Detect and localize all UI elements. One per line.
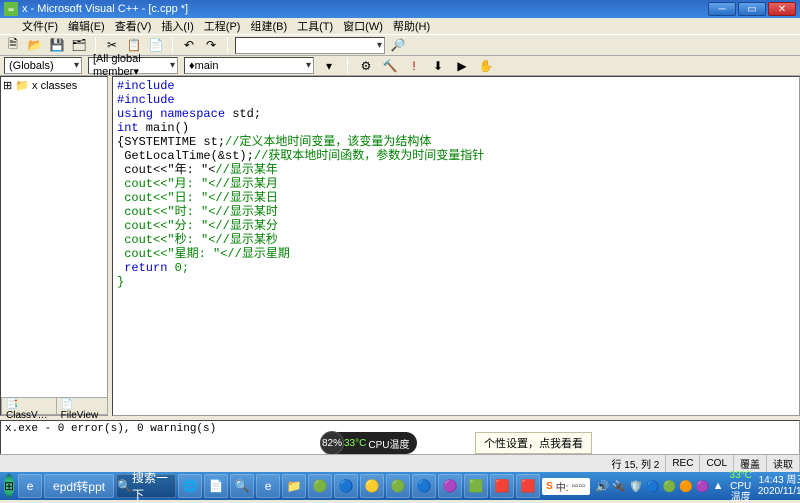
copy-icon[interactable]: 📋 (125, 36, 143, 54)
window-title: x - Microsoft Visual C++ - [c.cpp *] (22, 3, 188, 15)
taskbar-app[interactable]: 🔵 (412, 474, 436, 498)
new-file-icon[interactable]: 🗎 (4, 36, 22, 54)
menu-file[interactable]: 文件(F) (22, 18, 58, 34)
close-button[interactable]: ✕ (768, 2, 796, 16)
paste-icon[interactable]: 📄 (147, 36, 165, 54)
taskbar-app[interactable]: 🔵 (334, 474, 358, 498)
breakpoint-icon[interactable]: ✋ (477, 57, 495, 75)
tooltip[interactable]: 个性设置，点我看看 (475, 432, 592, 454)
menu-project[interactable]: 工程(P) (204, 18, 241, 34)
members-combo[interactable]: [All global member▾ (88, 57, 178, 74)
tab-fileview[interactable]: 📄 FileView (56, 397, 108, 415)
start-button[interactable]: ⊞ (4, 474, 14, 498)
taskbar-app[interactable]: 🔍 (230, 474, 254, 498)
tray-icon[interactable]: 🟣 (696, 480, 710, 493)
tray-icon[interactable]: ▲ (713, 480, 724, 493)
compile-icon[interactable]: ⚙ (357, 57, 375, 75)
title-bar: ∞ x - Microsoft Visual C++ - [c.cpp *] ─… (0, 0, 800, 18)
menu-edit[interactable]: 编辑(E) (68, 18, 105, 34)
find-icon[interactable]: 🔎 (389, 36, 407, 54)
find-combo[interactable] (235, 37, 385, 54)
tray-icon[interactable]: 🟢 (663, 480, 677, 493)
save-icon[interactable]: 💾 (48, 36, 66, 54)
maximize-button[interactable]: ▭ (738, 2, 766, 16)
taskbar-ie[interactable]: e (18, 474, 42, 498)
minimize-button[interactable]: ─ (708, 2, 736, 16)
tray-icon[interactable]: 🛡️ (629, 480, 643, 493)
function-combo[interactable]: ♦ main (184, 57, 314, 74)
taskbar-app[interactable]: 🟢 (386, 474, 410, 498)
taskbar-browser-tab[interactable]: e pdf转ppt (44, 474, 114, 498)
tray-icon[interactable]: 🟠 (679, 480, 693, 493)
taskbar-app[interactable]: 📁 (282, 474, 306, 498)
taskbar-app[interactable]: 🟢 (308, 474, 332, 498)
menu-build[interactable]: 组建(B) (250, 18, 287, 34)
cpu-percent-badge: 82% (320, 431, 344, 455)
taskbar-app[interactable]: e (256, 474, 280, 498)
taskbar-app[interactable]: 🟥 (516, 474, 540, 498)
workspace-pane: ⊞ 📁 x classes 📑 ClassV… 📄 FileView (0, 76, 108, 416)
tab-classview[interactable]: 📑 ClassV… (1, 397, 57, 415)
scope-combo[interactable]: (Globals) (4, 57, 82, 74)
cut-icon[interactable]: ✂ (103, 36, 121, 54)
menu-tools[interactable]: 工具(T) (297, 18, 333, 34)
taskbar-search[interactable]: 🔍搜索一下 (116, 474, 176, 498)
windows-taskbar: ⊞ e e pdf转ppt 🔍搜索一下 🌐📄🔍e📁🟢🔵🟡🟢🔵🟣🟩🟥🟥 S中:▫▫… (0, 472, 800, 500)
taskbar-app[interactable]: 🟡 (360, 474, 384, 498)
tray-icon[interactable]: 🔌 (612, 480, 626, 493)
taskbar-app[interactable]: 🟥 (490, 474, 514, 498)
taskbar-app[interactable]: 🟩 (464, 474, 488, 498)
menu-window[interactable]: 窗口(W) (343, 18, 383, 34)
open-file-icon[interactable]: 📂 (26, 36, 44, 54)
tray-cpu-temp[interactable]: 33°CCPU温度 (730, 470, 752, 503)
wizbar: (Globals) [All global member▾ ♦ main ▾ ⚙… (0, 56, 800, 76)
tray-icon[interactable]: 🔵 (646, 480, 660, 493)
undo-icon[interactable]: ↶ (180, 36, 198, 54)
code-editor[interactable]: #include #include using namespace std; i… (112, 76, 800, 416)
menu-view[interactable]: 查看(V) (115, 18, 152, 34)
menu-help[interactable]: 帮助(H) (393, 18, 430, 34)
stop-build-icon[interactable]: ! (405, 57, 423, 75)
tray-icons[interactable]: 🔊🔌🛡️🔵🟢🟠🟣▲ (596, 480, 724, 493)
go-icon[interactable]: ▾ (320, 57, 338, 75)
taskbar-app[interactable]: 🌐 (178, 474, 202, 498)
system-monitor-widget[interactable]: 82% 33°C CPU温度 (320, 432, 417, 454)
taskbar-app[interactable]: 📄 (204, 474, 228, 498)
ime-indicator[interactable]: S中:▫▫▫▫ (542, 478, 590, 495)
menu-insert[interactable]: 插入(I) (161, 18, 193, 34)
go-debug-icon[interactable]: ▶ (453, 57, 471, 75)
execute-icon[interactable]: ⬇ (429, 57, 447, 75)
app-icon: ∞ (4, 2, 18, 16)
save-all-icon[interactable]: 🗂 (70, 36, 88, 54)
tray-icon[interactable]: 🔊 (596, 480, 610, 493)
taskbar-app[interactable]: 🟣 (438, 474, 462, 498)
tray-clock[interactable]: 14:43 周三 2020/11/18 (758, 475, 800, 497)
build-icon[interactable]: 🔨 (381, 57, 399, 75)
redo-icon[interactable]: ↷ (202, 36, 220, 54)
class-tree[interactable]: ⊞ 📁 x classes (1, 77, 107, 397)
menu-bar: 文件(F) 编辑(E) 查看(V) 插入(I) 工程(P) 组建(B) 工具(T… (0, 18, 800, 34)
